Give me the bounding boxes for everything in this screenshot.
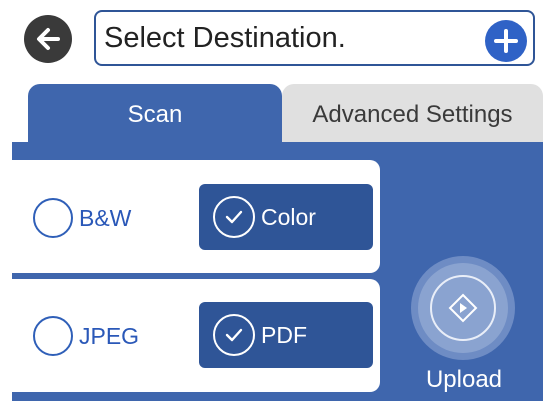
radio-circle (33, 316, 73, 356)
radio-bw-label: B&W (79, 204, 132, 231)
pdf-option-label: PDF (261, 321, 307, 348)
upload-button[interactable] (411, 256, 515, 360)
pdf-option-button[interactable]: PDF (199, 302, 373, 368)
check-circle-icon (213, 314, 255, 356)
arrow-left-icon (37, 28, 60, 50)
destination-placeholder: Select Destination. (104, 22, 346, 54)
radio-circle (33, 198, 73, 238)
upload-label: Upload (425, 366, 503, 393)
diamond-start-icon (448, 293, 478, 323)
add-destination-button[interactable] (485, 20, 527, 62)
radio-jpeg[interactable]: JPEG (33, 316, 139, 356)
radio-bw[interactable]: B&W (33, 198, 131, 238)
color-option-button[interactable]: Color (199, 184, 373, 250)
back-button[interactable] (24, 15, 72, 63)
color-option-label: Color (261, 203, 316, 230)
tab-advanced-settings[interactable]: Advanced Settings (282, 84, 543, 146)
plus-icon (494, 29, 518, 53)
check-circle-icon (213, 196, 255, 238)
radio-jpeg-label: JPEG (79, 322, 140, 349)
tab-scan[interactable]: Scan (28, 84, 282, 146)
